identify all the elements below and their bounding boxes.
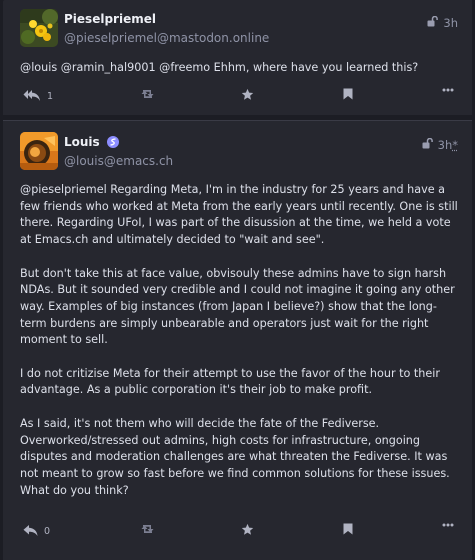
star-icon xyxy=(241,88,254,101)
reply-all-icon xyxy=(23,89,41,102)
account-handle[interactable]: @pieselpriemel@mastodon.online xyxy=(64,31,269,45)
status-action-bar: 0 xyxy=(3,523,472,543)
avatar[interactable] xyxy=(20,9,58,47)
relative-time[interactable]: 3h* xyxy=(438,138,458,152)
status-paragraph: @pieselpriemel Regarding Meta, I'm in th… xyxy=(20,183,458,247)
more-icon xyxy=(442,523,454,527)
favourite-button[interactable] xyxy=(241,88,254,101)
more-button[interactable] xyxy=(442,88,454,92)
status-paragraph: I do not critizise Meta for their attemp… xyxy=(20,366,440,397)
status-action-bar: 1 xyxy=(3,88,472,108)
display-name[interactable]: Pieselpriemel xyxy=(64,12,156,26)
reply-button[interactable]: 0 xyxy=(23,523,50,537)
bookmark-icon xyxy=(343,88,353,100)
star-icon xyxy=(241,523,254,536)
avatar-image xyxy=(20,132,58,170)
replies-count: 1 xyxy=(47,91,54,102)
status-text: @louis @ramin_hal9001 @freemo Ehhm, wher… xyxy=(20,61,419,74)
status-paragraph: But don't take this at face value, obvis… xyxy=(20,266,455,347)
reply-icon xyxy=(23,524,38,537)
account-handle[interactable]: @louis@emacs.ch xyxy=(64,154,173,168)
unlock-icon xyxy=(427,15,439,30)
status-pieselpriemel[interactable]: Pieselpriemel @pieselpriemel@mastodon.on… xyxy=(3,0,472,115)
boost-button[interactable] xyxy=(140,523,155,535)
bookmark-icon xyxy=(343,523,353,535)
status-content: @pieselpriemel Regarding Meta, I'm in th… xyxy=(20,182,460,516)
status-meta: 3h* xyxy=(422,137,458,152)
unlock-icon xyxy=(422,137,434,152)
replies-count: 0 xyxy=(44,526,51,537)
reply-button[interactable]: 1 xyxy=(23,88,53,102)
retweet-icon xyxy=(140,88,155,100)
retweet-icon xyxy=(140,523,155,535)
emacs-badge-icon xyxy=(106,136,119,148)
avatar-image xyxy=(20,9,58,47)
avatar[interactable] xyxy=(20,132,58,170)
display-name[interactable]: Louis xyxy=(64,135,100,149)
more-icon xyxy=(442,88,454,92)
display-name-row: Louis xyxy=(64,135,119,149)
more-button[interactable] xyxy=(442,523,454,527)
favourite-button[interactable] xyxy=(241,523,254,536)
bookmark-button[interactable] xyxy=(343,523,353,535)
status-meta: 3h xyxy=(427,15,458,30)
bookmark-button[interactable] xyxy=(343,88,353,100)
edited-marker: * xyxy=(452,138,458,152)
status-paragraph: As I said, it's not them who will decide… xyxy=(20,416,450,497)
boost-button[interactable] xyxy=(140,88,155,100)
relative-time[interactable]: 3h xyxy=(443,16,458,30)
status-louis[interactable]: Louis @louis@emacs.ch 3h* @pieselpriemel… xyxy=(3,120,472,560)
